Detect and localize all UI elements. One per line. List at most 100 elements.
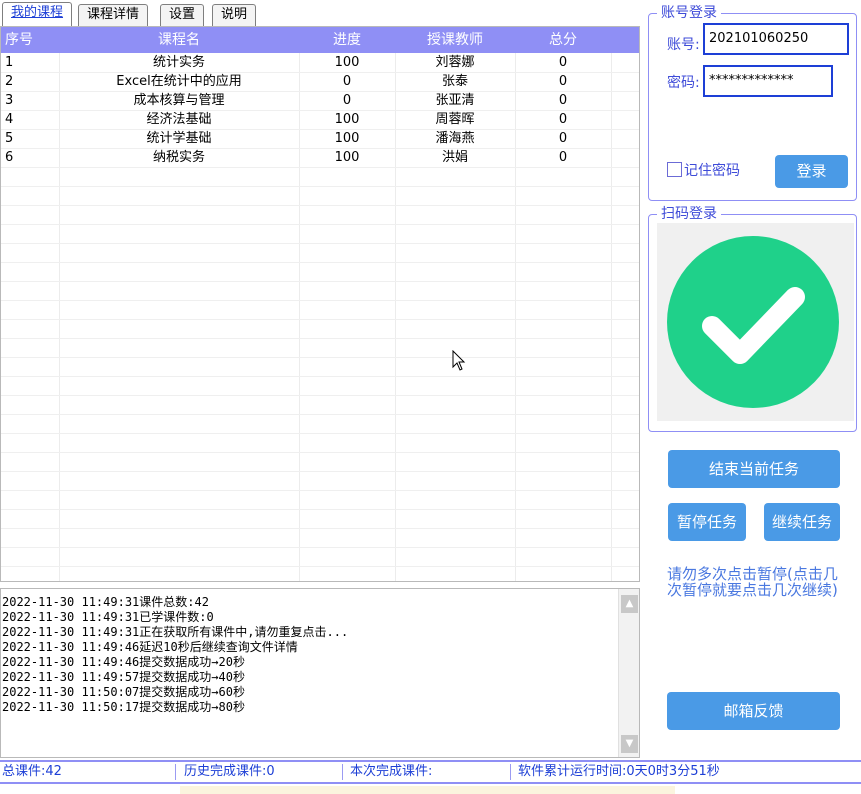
resume-task-button[interactable]: 继续任务 <box>764 503 840 541</box>
cell-teacher: 张泰 <box>441 74 468 89</box>
login-button[interactable]: 登录 <box>775 155 848 188</box>
check-circle-icon <box>667 236 839 408</box>
row-gridline <box>1 205 639 206</box>
status-history-completed: 历史完成课件:0 <box>184 764 275 779</box>
cell-index: 6 <box>5 150 14 165</box>
qr-login-group: 扫码登录 <box>648 205 857 432</box>
cell-teacher: 刘蓉娜 <box>435 55 475 70</box>
pause-task-button[interactable]: 暂停任务 <box>668 503 746 541</box>
remember-password-label[interactable]: 记住密码 <box>684 160 740 180</box>
cell-course-name: 经济法基础 <box>146 112 212 127</box>
row-gridline <box>1 490 639 491</box>
row-gridline <box>1 509 639 510</box>
table-row[interactable]: 1 统计实务 100 刘蓉娜 0 <box>1 53 639 72</box>
status-divider <box>510 764 511 780</box>
status-divider <box>342 764 343 780</box>
row-gridline <box>1 376 639 377</box>
cell-score: 0 <box>558 150 568 165</box>
row-gridline <box>1 319 639 320</box>
scroll-up-icon[interactable]: ▲ <box>621 595 638 613</box>
cell-index: 2 <box>5 74 14 89</box>
log-lines: 2022-11-30 11:49:31课件总数:42 2022-11-30 11:… <box>2 595 617 715</box>
cell-progress: 0 <box>342 93 352 108</box>
cell-teacher: 洪娟 <box>441 150 468 165</box>
table-row[interactable]: 6 纳税实务 100 洪娟 0 <box>1 148 639 167</box>
log-line: 2022-11-30 11:49:31已学课件数:0 <box>2 610 214 624</box>
check-circle-icon-bg <box>667 236 839 408</box>
table-row[interactable]: 2 Excel在统计中的应用 0 张泰 0 <box>1 72 639 91</box>
row-gridline <box>1 338 639 339</box>
remember-password-checkbox[interactable] <box>667 162 682 177</box>
cell-progress: 100 <box>334 55 360 70</box>
row-gridline <box>1 395 639 396</box>
qr-code-area <box>657 223 854 421</box>
account-login-title: 账号登录 <box>657 4 721 22</box>
log-line: 2022-11-30 11:49:46提交数据成功→20秒 <box>2 655 245 669</box>
cell-index: 5 <box>5 131 14 146</box>
cell-score: 0 <box>558 55 568 70</box>
account-login-group: 账号登录 账号: 202101060250 密码: ************* … <box>648 4 857 201</box>
tab-my-courses[interactable]: 我的课程 <box>2 2 73 26</box>
log-panel[interactable]: 2022-11-30 11:49:31课件总数:42 2022-11-30 11:… <box>0 588 640 758</box>
status-divider <box>175 764 176 780</box>
log-line: 2022-11-30 11:50:17提交数据成功→80秒 <box>2 700 245 714</box>
cell-score: 0 <box>558 74 568 89</box>
row-gridline <box>1 167 639 168</box>
cell-score: 0 <box>558 112 568 127</box>
cell-score: 0 <box>558 131 568 146</box>
row-gridline <box>1 547 639 548</box>
bottom-strip <box>180 786 675 794</box>
tab-instructions[interactable]: 说明 <box>212 4 257 26</box>
column-header-progress[interactable]: 进度 <box>299 27 395 53</box>
tab-course-details[interactable]: 课程详情 <box>78 4 149 26</box>
table-row[interactable]: 5 统计学基础 100 潘海燕 0 <box>1 129 639 148</box>
row-gridline <box>1 414 639 415</box>
column-header-teacher[interactable]: 授课教师 <box>395 27 515 53</box>
table-row[interactable]: 3 成本核算与管理 0 张亚清 0 <box>1 91 639 110</box>
cell-progress: 100 <box>334 112 360 127</box>
column-header-index[interactable]: 序号 <box>1 27 59 53</box>
row-gridline <box>1 224 639 225</box>
cell-teacher: 周蓉晖 <box>435 112 475 127</box>
row-gridline <box>1 300 639 301</box>
log-line: 2022-11-30 11:49:31正在获取所有课件中,请勿重复点击... <box>2 625 349 639</box>
row-gridline <box>1 281 639 282</box>
row-gridline <box>1 433 639 434</box>
password-label: 密码: <box>667 75 700 91</box>
row-gridline <box>1 262 639 263</box>
status-total-courseware: 总课件:42 <box>2 764 62 779</box>
row-gridline <box>1 357 639 358</box>
log-line: 2022-11-30 11:49:46延迟10秒后继续查询文件详情 <box>2 640 298 654</box>
cell-teacher: 潘海燕 <box>435 131 475 146</box>
column-header-course-name[interactable]: 课程名 <box>59 27 299 53</box>
qr-login-title: 扫码登录 <box>657 205 721 223</box>
tab-bar: 我的课程 课程详情 设置 说明 <box>0 0 640 26</box>
cell-teacher: 张亚清 <box>435 93 475 108</box>
cell-course-name: 成本核算与管理 <box>133 93 225 108</box>
username-label: 账号: <box>667 37 700 53</box>
cell-course-name: 纳税实务 <box>152 150 205 165</box>
mouse-cursor-icon <box>452 350 466 371</box>
cell-index: 4 <box>5 112 14 127</box>
status-bar: 总课件:42 历史完成课件:0 本次完成课件: 软件累计运行时间:0天0时3分5… <box>0 760 861 784</box>
row-gridline <box>1 186 639 187</box>
table-row[interactable]: 4 经济法基础 100 周蓉晖 0 <box>1 110 639 129</box>
course-table[interactable]: 序号 课程名 进度 授课教师 总分 1 统计实务 100 刘蓉娜 0 2 Excel在统计中… <box>0 26 640 582</box>
scroll-down-icon[interactable]: ▼ <box>621 735 638 753</box>
status-session-completed: 本次完成课件: <box>350 764 433 779</box>
username-field[interactable]: 202101060250 <box>703 23 849 55</box>
tab-settings[interactable]: 设置 <box>160 4 205 26</box>
log-scrollbar[interactable]: ▲ ▼ <box>618 589 639 757</box>
end-current-task-button[interactable]: 结束当前任务 <box>668 450 840 488</box>
cell-progress: 100 <box>334 150 360 165</box>
row-gridline <box>1 452 639 453</box>
status-runtime: 软件累计运行时间:0天0时3分51秒 <box>518 764 720 779</box>
column-header-score[interactable]: 总分 <box>515 27 611 53</box>
password-field[interactable]: ************* <box>703 65 833 97</box>
email-feedback-button[interactable]: 邮箱反馈 <box>667 692 840 730</box>
cell-index: 1 <box>5 55 14 70</box>
cell-index: 3 <box>5 93 14 108</box>
row-gridline <box>1 528 639 529</box>
cell-progress: 100 <box>334 131 360 146</box>
log-line: 2022-11-30 11:49:57提交数据成功→40秒 <box>2 670 245 684</box>
